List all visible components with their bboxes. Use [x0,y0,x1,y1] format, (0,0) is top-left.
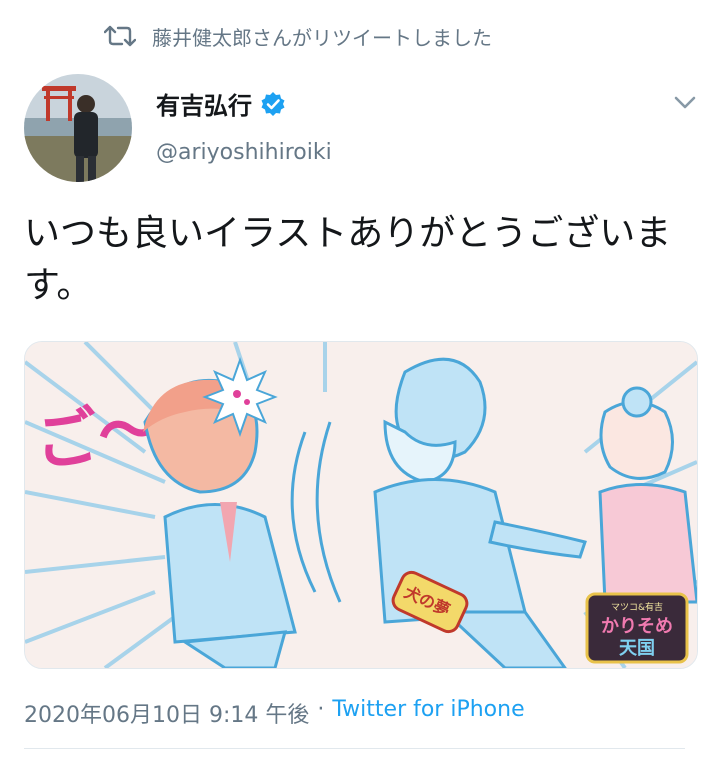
tweet-text: いつも良いイラストありがとうございます。 [24,213,672,306]
avatar[interactable] [24,74,132,182]
verified-badge-icon [261,91,285,116]
meta-separator: · [317,697,325,722]
divider [24,748,685,749]
avatar-photo [24,74,132,182]
retweet-context: 藤井健太郎さんがリツイートしました [104,20,492,52]
author-name-row[interactable]: 有吉弘行 [156,86,286,121]
tweet-meta: 2020年06月10日 9:14 午後 · Twitter for iPhone [24,697,525,729]
logo-bottom-text: 天国 [619,638,655,659]
illustration: ご〜ん 犬の夢 マツコ&有吉 かりそめ 天国 [25,342,697,668]
source-link[interactable]: Twitter for iPhone [332,697,524,729]
logo-top-text: マツコ&有吉 [611,601,663,613]
chevron-down-icon[interactable] [672,92,698,112]
timestamp[interactable]: 2020年06月10日 9:14 午後 [24,697,309,729]
author-handle[interactable]: @ariyoshihiroiki [156,140,332,165]
retweet-context-text: 藤井健太郎さんがリツイートしました [152,25,492,50]
retweet-icon [104,25,136,47]
tweet-media-image[interactable]: ご〜ん 犬の夢 マツコ&有吉 かりそめ 天国 [24,341,698,669]
logo-main-text: かりそめ [601,616,673,637]
author-display-name[interactable]: 有吉弘行 [156,86,252,121]
